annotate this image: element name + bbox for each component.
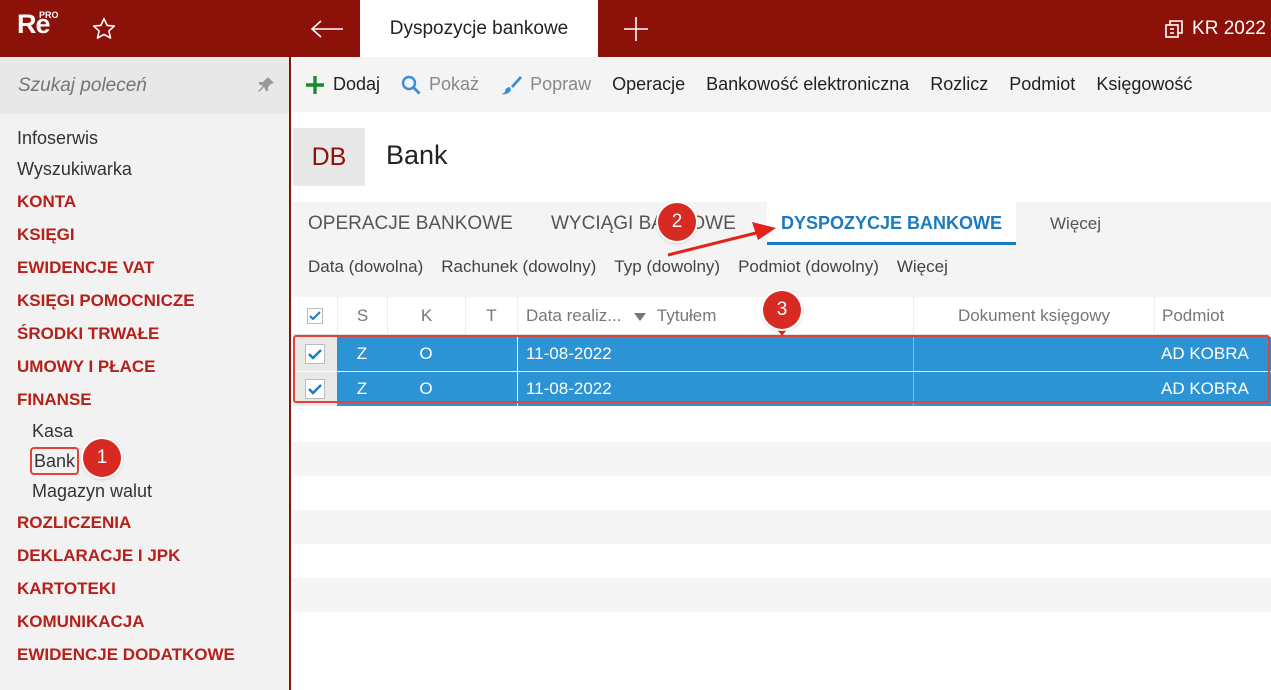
step-marker-2: 2 bbox=[658, 203, 696, 241]
step-marker-1: 1 bbox=[83, 439, 121, 477]
annotation-arrow bbox=[667, 222, 794, 336]
step-marker-3: 3 bbox=[763, 291, 801, 329]
